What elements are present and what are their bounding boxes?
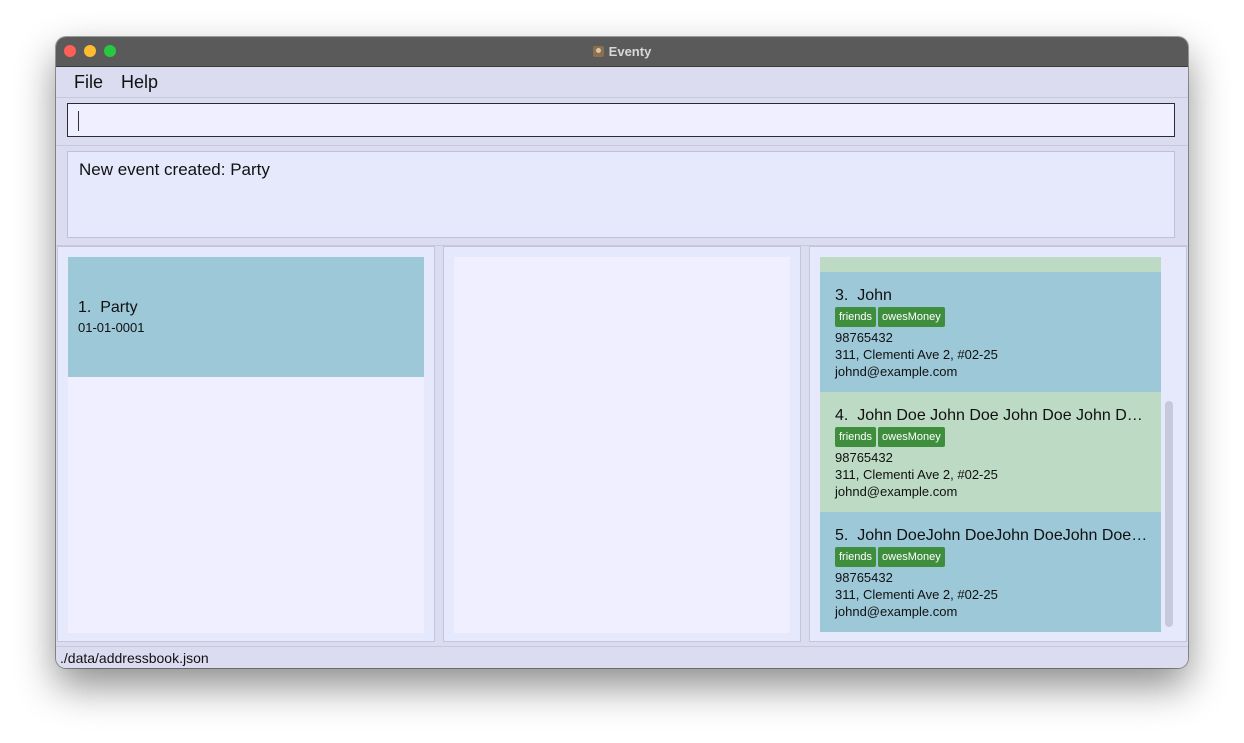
person-tags: friends owesMoney	[835, 307, 1146, 327]
person-name: John	[857, 287, 892, 304]
person-card[interactable]: 4. John Doe John Doe John Doe John Doe J…	[820, 392, 1161, 512]
person-index: 5.	[835, 527, 849, 544]
result-area: New event created: Party	[56, 146, 1188, 246]
person-card[interactable]: 3. John friends owesMoney 98765432 311, …	[820, 272, 1161, 392]
person-card[interactable]: 5. John DoeJohn DoeJohn DoeJohn DoeJohn …	[820, 512, 1161, 632]
command-input[interactable]	[67, 103, 1175, 137]
tag: owesMoney	[878, 307, 945, 327]
window-title-group: Eventy	[56, 37, 1188, 66]
person-phone: 98765432	[835, 450, 893, 465]
person-card-partial[interactable]	[820, 257, 1161, 272]
command-area	[56, 98, 1188, 146]
save-file-path: ./data/addressbook.json	[60, 650, 209, 666]
addressbook-icon	[592, 46, 604, 57]
person-email: johnd@example.com	[835, 604, 958, 619]
event-card[interactable]: 1. Party 01-01-0001	[68, 257, 424, 377]
menu-help[interactable]: Help	[112, 72, 167, 93]
text-caret	[78, 111, 79, 131]
result-display: New event created: Party	[67, 151, 1175, 238]
person-phone: 98765432	[835, 570, 893, 585]
person-index: 4.	[835, 407, 849, 424]
tag: owesMoney	[878, 427, 945, 447]
detail-list[interactable]	[454, 257, 790, 633]
event-name: Party	[100, 299, 138, 316]
person-email: johnd@example.com	[835, 484, 958, 499]
detail-panel	[443, 246, 801, 642]
person-title: 4. John Doe John Doe John Doe John Doe J…	[835, 407, 1150, 425]
person-list-scrollbar[interactable]	[1162, 257, 1176, 633]
event-list-panel: 1. Party 01-01-0001	[57, 246, 435, 642]
person-title: 3. John	[835, 287, 1150, 305]
event-title: 1. Party	[78, 299, 414, 317]
person-address: 311, Clementi Ave 2, #02-25	[835, 467, 998, 482]
person-address: 311, Clementi Ave 2, #02-25	[835, 587, 998, 602]
tag: friends	[835, 547, 877, 567]
menu-file[interactable]: File	[65, 72, 112, 93]
event-list[interactable]: 1. Party 01-01-0001	[68, 257, 424, 633]
person-list-panel: 3. John friends owesMoney 98765432 311, …	[809, 246, 1187, 642]
menu-bar: File Help	[56, 67, 1188, 98]
person-phone: 98765432	[835, 330, 893, 345]
person-name: John Doe John Doe John Doe John Doe John…	[857, 407, 1150, 424]
scrollbar-thumb[interactable]	[1165, 401, 1173, 627]
status-bar: ./data/addressbook.json	[56, 646, 1188, 668]
tag: friends	[835, 307, 877, 327]
tag: owesMoney	[878, 547, 945, 567]
person-tags: friends owesMoney	[835, 427, 1146, 447]
person-address: 311, Clementi Ave 2, #02-25	[835, 347, 998, 362]
person-index: 3.	[835, 287, 849, 304]
tag: friends	[835, 427, 877, 447]
window-title: Eventy	[608, 44, 652, 59]
event-date: 01-01-0001	[78, 320, 145, 335]
event-index: 1.	[78, 299, 92, 316]
app-window: Eventy File Help New event created: Part…	[56, 37, 1188, 668]
person-email: johnd@example.com	[835, 364, 958, 379]
person-list[interactable]: 3. John friends owesMoney 98765432 311, …	[820, 257, 1161, 633]
title-bar[interactable]: Eventy	[56, 37, 1188, 67]
person-tags: friends owesMoney	[835, 547, 1146, 567]
person-title: 5. John DoeJohn DoeJohn DoeJohn DoeJohn …	[835, 527, 1150, 545]
person-name: John DoeJohn DoeJohn DoeJohn DoeJohn Doe	[857, 527, 1150, 544]
